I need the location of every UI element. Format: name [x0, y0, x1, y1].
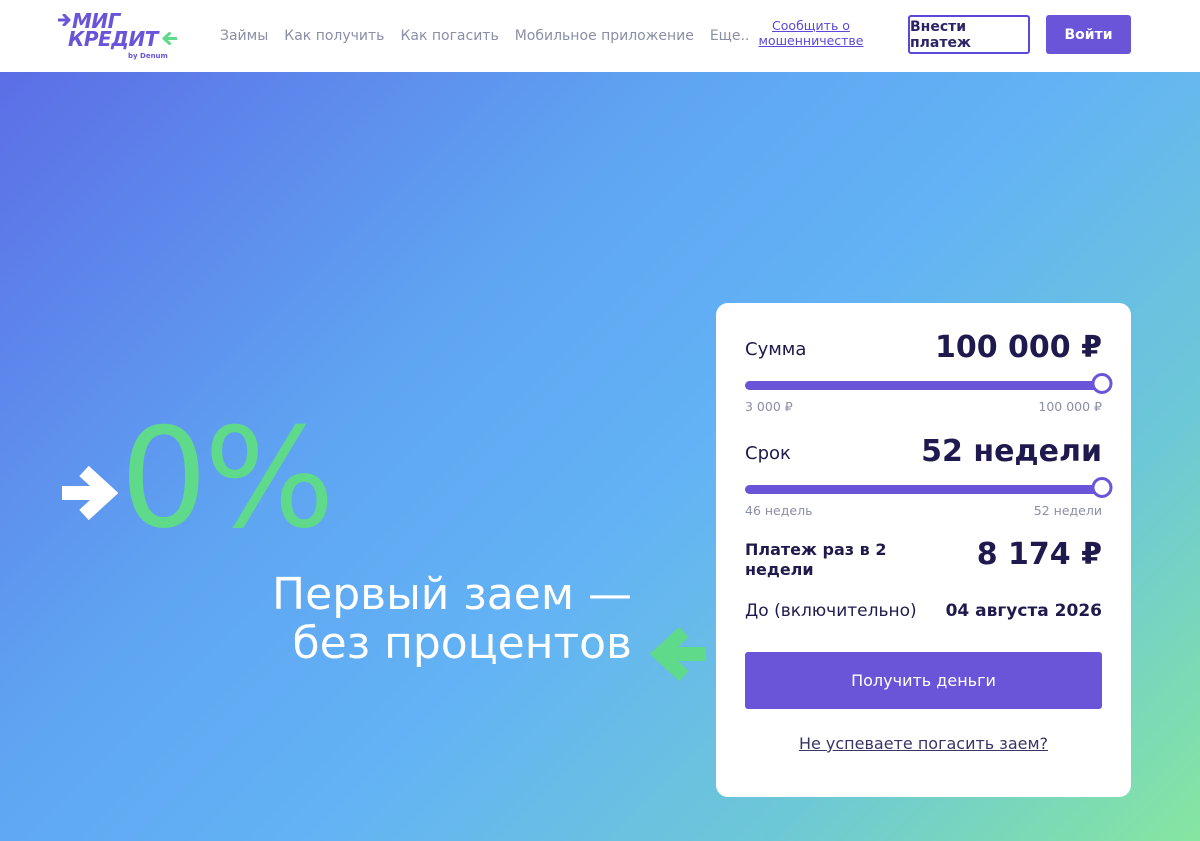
logo-text-line2: КРЕДИТ	[68, 27, 158, 51]
nav-item-mobile-app[interactable]: Мобильное приложение	[515, 28, 694, 44]
payment-value: 8 174 ₽	[976, 537, 1102, 572]
nav-item-how-to-get[interactable]: Как получить	[284, 28, 384, 44]
term-min: 46 недель	[745, 503, 813, 518]
term-slider[interactable]	[745, 477, 1113, 498]
promo-title-line2: без процентов	[292, 618, 632, 669]
promo-title-line1: Первый заем —	[272, 569, 632, 620]
site-header: МИГ КРЕДИТ by Denum Займы Как получить К…	[0, 0, 1200, 72]
late-repayment-link[interactable]: Не успеваете погасить заем?	[716, 734, 1131, 753]
hero-section: 0% Первый заем — без процентов Сумма 100…	[0, 72, 1200, 841]
amount-min: 3 000 ₽	[745, 399, 793, 414]
report-fraud-link[interactable]: Сообщить о мошенничестве	[756, 18, 866, 48]
amount-value: 100 000 ₽	[934, 330, 1102, 365]
main-nav: Займы Как получить Как погасить Мобильно…	[220, 0, 749, 72]
nav-item-more[interactable]: Еще..	[710, 28, 750, 44]
term-slider-handle[interactable]	[1091, 477, 1113, 498]
term-label: Срок	[745, 443, 791, 464]
nav-item-loans[interactable]: Займы	[220, 28, 268, 44]
promo-percent: 0%	[120, 398, 335, 559]
amount-max: 100 000 ₽	[1038, 399, 1102, 414]
login-button[interactable]: Войти	[1046, 15, 1131, 54]
arrow-left-icon	[650, 626, 706, 682]
get-money-button[interactable]: Получить деньги	[745, 652, 1102, 709]
term-value: 52 недели	[921, 434, 1102, 469]
logo-arrow-icon	[58, 14, 71, 26]
logo-arrow-back-icon	[162, 32, 177, 45]
logo[interactable]: МИГ КРЕДИТ by Denum	[58, 10, 183, 60]
due-date-value: 04 августа 2026	[945, 601, 1102, 621]
due-date-label: До (включительно)	[745, 601, 917, 621]
amount-slider[interactable]	[745, 373, 1113, 394]
promo-title: Первый заем — без процентов	[200, 570, 632, 668]
nav-item-how-to-repay[interactable]: Как погасить	[400, 28, 498, 44]
loan-calculator-card: Сумма 100 000 ₽ 3 000 ₽ 100 000 ₽ Срок 5…	[716, 303, 1131, 797]
make-payment-button[interactable]: Внести платеж	[908, 15, 1030, 54]
arrow-right-icon	[62, 465, 118, 521]
term-max: 52 недели	[1033, 503, 1102, 518]
amount-slider-handle[interactable]	[1091, 373, 1113, 394]
payment-label: Платеж раз в 2 недели	[745, 540, 887, 579]
logo-subtitle: by Denum	[128, 52, 168, 60]
amount-label: Сумма	[745, 339, 807, 360]
